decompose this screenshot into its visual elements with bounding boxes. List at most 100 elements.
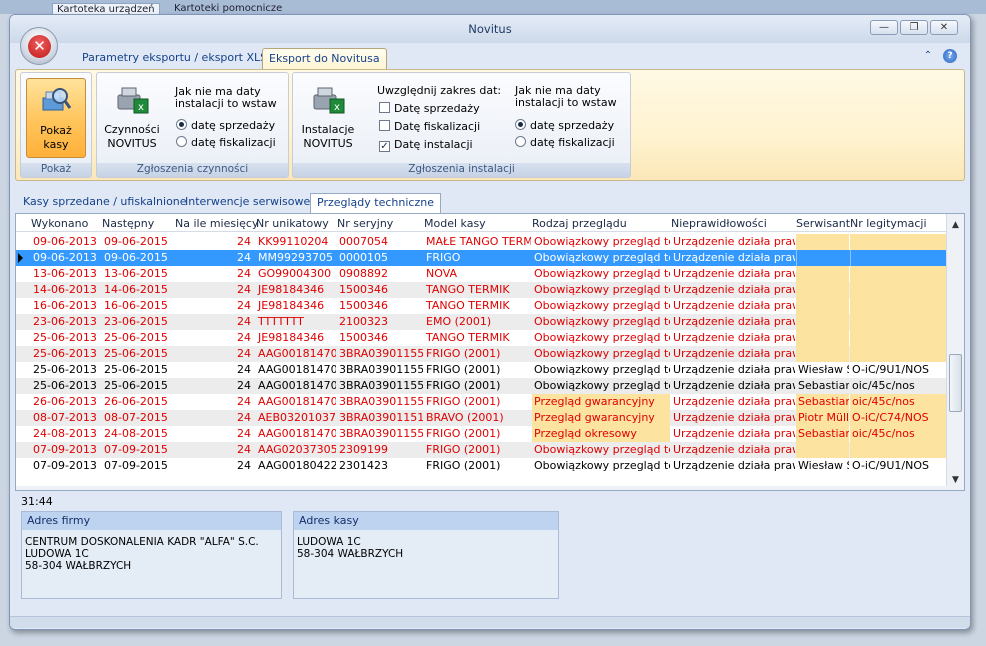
col-header-nr-unikatowy[interactable]: Nr unikatowy xyxy=(256,217,329,230)
cell-nieprawidlowosci: Urządzenie działa prawidł xyxy=(673,443,795,456)
cell-nastepny: 07-09-2015 xyxy=(104,459,168,472)
firm-address-line2: LUDOWA 1C xyxy=(25,548,89,560)
table-row[interactable]: 14-06-2013 14-06-2015 24 JE98184346 1500346 T… xyxy=(16,282,946,298)
cash-register-excel-icon[interactable]: x xyxy=(312,83,346,115)
pokaz-kasy-button[interactable]: Pokaż kasy xyxy=(26,78,86,158)
radio-data-fiskalizacji-instalacje[interactable]: datę fiskalizacji xyxy=(515,136,615,150)
cell-model-kasy: NOVA xyxy=(426,267,458,280)
cash-address-panel: Adres kasy LUDOWA 1C 58-304 WAŁBRZYCH xyxy=(293,511,559,599)
vertical-scrollbar[interactable]: ▲ ▼ xyxy=(946,214,964,490)
cell-nr-unikatowy: AAG00181470 xyxy=(258,347,336,360)
table-row[interactable]: 24-08-2013 24-08-2015 24 AAG00181470 3BRA039… xyxy=(16,426,946,442)
tab-przeglady-techniczne[interactable]: Przeglądy techniczne xyxy=(310,193,441,213)
scroll-down-icon[interactable]: ▼ xyxy=(947,472,964,488)
cell-nr-seryjny: 2301423 xyxy=(339,459,388,472)
table-row[interactable]: 07-09-2013 07-09-2015 24 AAG02037305 2309199… xyxy=(16,442,946,458)
cell-nr-unikatowy: AAG00181470 xyxy=(258,395,336,408)
col-header-na-ile-miesiecy[interactable]: Na ile miesięcy xyxy=(175,217,259,230)
tab-interwencje-serwisowe[interactable]: Interwencje serwisowe xyxy=(179,193,316,213)
col-header-serwisant[interactable]: Serwisant xyxy=(796,217,850,230)
cell-nastepny: 25-06-2015 xyxy=(104,331,168,344)
radio-data-fiskalizacji-czynnosci[interactable]: datę fiskalizacji xyxy=(176,136,276,150)
radio-checked-icon xyxy=(176,119,187,130)
radio-data-sprzedazy-instalacje[interactable]: datę sprzedaży xyxy=(515,119,614,133)
cell-na-ile-miesiecy: 24 xyxy=(237,235,251,248)
cell-model-kasy: FRIGO (2001) xyxy=(426,443,501,456)
cell-nr-unikatowy: AAG00181470 xyxy=(258,363,336,376)
col-header-nr-seryjny[interactable]: Nr seryjny xyxy=(337,217,393,230)
table-row[interactable]: 23-06-2013 23-06-2015 24 TTTTTTT 2100323 EMO … xyxy=(16,314,946,330)
col-header-model-kasy[interactable]: Model kasy xyxy=(424,217,486,230)
cell-serwisant xyxy=(796,330,849,346)
inspections-grid: Wykonano Następny Na ile miesięcy Nr uni… xyxy=(15,213,965,491)
cell-serwisant: Wiesław S xyxy=(798,363,849,376)
restore-button[interactable]: ❐ xyxy=(900,20,928,35)
col-header-rodzaj-przegladu[interactable]: Rodzaj przeglądu xyxy=(532,217,627,230)
checkbox-date-sprzedazy[interactable]: Datę sprzedaży xyxy=(379,102,480,116)
table-row[interactable]: 16-06-2013 16-06-2015 24 JE98184346 1500346 T… xyxy=(16,298,946,314)
collapse-ribbon-icon[interactable]: ⌃ xyxy=(921,49,935,63)
table-row[interactable]: 08-07-2013 08-07-2015 24 AEB03201037 3BRA039… xyxy=(16,410,946,426)
cell-model-kasy: FRIGO xyxy=(426,251,461,264)
cell-rodzaj-przegladu: Przegląd gwarancyjny xyxy=(532,410,670,426)
cell-wykonano: 25-06-2013 xyxy=(33,331,97,344)
cell-model-kasy: FRIGO (2001) xyxy=(426,347,501,360)
novitus-window: Novitus — ❐ ✕ ✕ Parametry eksportu / eks… xyxy=(9,14,971,630)
instalacje-label-2: NOVITUS xyxy=(303,137,353,150)
cell-model-kasy: FRIGO (2001) xyxy=(426,427,501,440)
table-row[interactable]: 13-06-2013 13-06-2015 24 GO99004300 0908892 N… xyxy=(16,266,946,282)
cell-nastepny: 16-06-2015 xyxy=(104,299,168,312)
table-row[interactable]: 25-06-2013 25-06-2015 24 JE98184346 1500346 T… xyxy=(16,330,946,346)
radio-data-sprzedazy-czynnosci[interactable]: datę sprzedaży xyxy=(176,119,275,133)
table-row[interactable]: 07-09-2013 07-09-2015 24 AAG00180422 2301423… xyxy=(16,458,946,474)
cell-rodzaj-przegladu: Obowiązkowy przegląd techn xyxy=(534,443,670,456)
table-row[interactable]: 09-06-2013 09-06-2015 24 MM99293705 0000105 F… xyxy=(16,250,946,266)
cell-nieprawidlowosci: Urządzenie działa prawidł xyxy=(673,363,795,376)
col-header-nastepny[interactable]: Następny xyxy=(102,217,154,230)
table-row[interactable]: 26-06-2013 26-06-2015 24 AAG00181470 3BRA039… xyxy=(16,394,946,410)
cash-register-excel-icon[interactable]: x xyxy=(116,83,150,115)
scroll-thumb[interactable] xyxy=(949,354,962,412)
cell-wykonano: 14-06-2013 xyxy=(33,283,97,296)
table-row[interactable]: 25-06-2013 25-06-2015 24 AAG00181470 3BRA039… xyxy=(16,362,946,378)
cell-serwisant: Wiesław S xyxy=(798,459,849,472)
help-icon[interactable]: ? xyxy=(943,49,957,63)
cell-nastepny: 25-06-2015 xyxy=(104,347,168,360)
close-button[interactable]: ✕ xyxy=(930,20,958,35)
checkbox-date-fiskalizacji[interactable]: Datę fiskalizacji xyxy=(379,120,480,134)
cell-nr-legitymacji: O-iC/9U1/NOS xyxy=(852,363,929,376)
cell-nastepny: 09-06-2015 xyxy=(104,235,168,248)
checkbox-checked-icon: ✓ xyxy=(379,141,390,152)
cell-serwisant: Sebastian xyxy=(798,379,849,392)
col-header-nr-legitymacji[interactable]: Nr legitymacji xyxy=(850,217,927,230)
cell-nastepny: 24-08-2015 xyxy=(104,427,168,440)
cell-na-ile-miesiecy: 24 xyxy=(237,315,251,328)
tab-eksport-do-novitusa[interactable]: Eksport do Novitusa xyxy=(262,48,387,69)
cell-na-ile-miesiecy: 24 xyxy=(237,251,251,264)
group-label-instalacji: Zgłoszenia instalacji xyxy=(293,163,630,177)
cell-nieprawidlowosci: Urządzenie działa prawidł xyxy=(673,235,795,248)
ribbon-tab-strip: Parametry eksportu / eksport XLS Eksport… xyxy=(10,45,970,69)
zakres-dat-header: Uwzględnij zakres dat: xyxy=(377,84,502,97)
cell-model-kasy: TANGO TERMIK xyxy=(426,299,510,312)
table-row[interactable]: 25-06-2013 25-06-2015 24 AAG00181470 3BRA039… xyxy=(16,346,946,362)
cell-nr-unikatowy: AAG00181470 xyxy=(258,427,336,440)
row-indicator-icon xyxy=(18,253,23,263)
scroll-up-icon[interactable]: ▲ xyxy=(947,217,964,233)
tab-kasy-sprzedane[interactable]: Kasy sprzedane / ufiskalnione xyxy=(17,193,193,213)
col-header-nieprawidlowosci[interactable]: Nieprawidłowości xyxy=(671,217,767,230)
cell-nieprawidlowosci: Urządzenie działa prawidł xyxy=(673,315,795,328)
horizontal-scrollbar[interactable] xyxy=(16,486,948,490)
cell-nieprawidlowosci: Urządzenie działa prawidł xyxy=(673,251,795,264)
table-row[interactable]: 25-06-2013 25-06-2015 24 AAG00181470 3BRA039… xyxy=(16,378,946,394)
cell-rodzaj-przegladu: Obowiązkowy przegląd techn xyxy=(534,363,670,376)
cell-nr-legitymacji xyxy=(850,442,946,458)
col-header-wykonano[interactable]: Wykonano xyxy=(31,217,88,230)
cell-serwisant xyxy=(796,298,849,314)
tab-parametry-eksportu[interactable]: Parametry eksportu / eksport XLS xyxy=(76,48,273,69)
table-row[interactable]: 09-06-2013 09-06-2015 24 KK99110204 0007054 M… xyxy=(16,234,946,250)
minimize-button[interactable]: — xyxy=(870,20,898,35)
cell-na-ile-miesiecy: 24 xyxy=(237,331,251,344)
checkbox-date-instalacji[interactable]: ✓ Datę instalacji xyxy=(379,138,473,152)
cash-address-line1: LUDOWA 1C xyxy=(297,536,361,548)
